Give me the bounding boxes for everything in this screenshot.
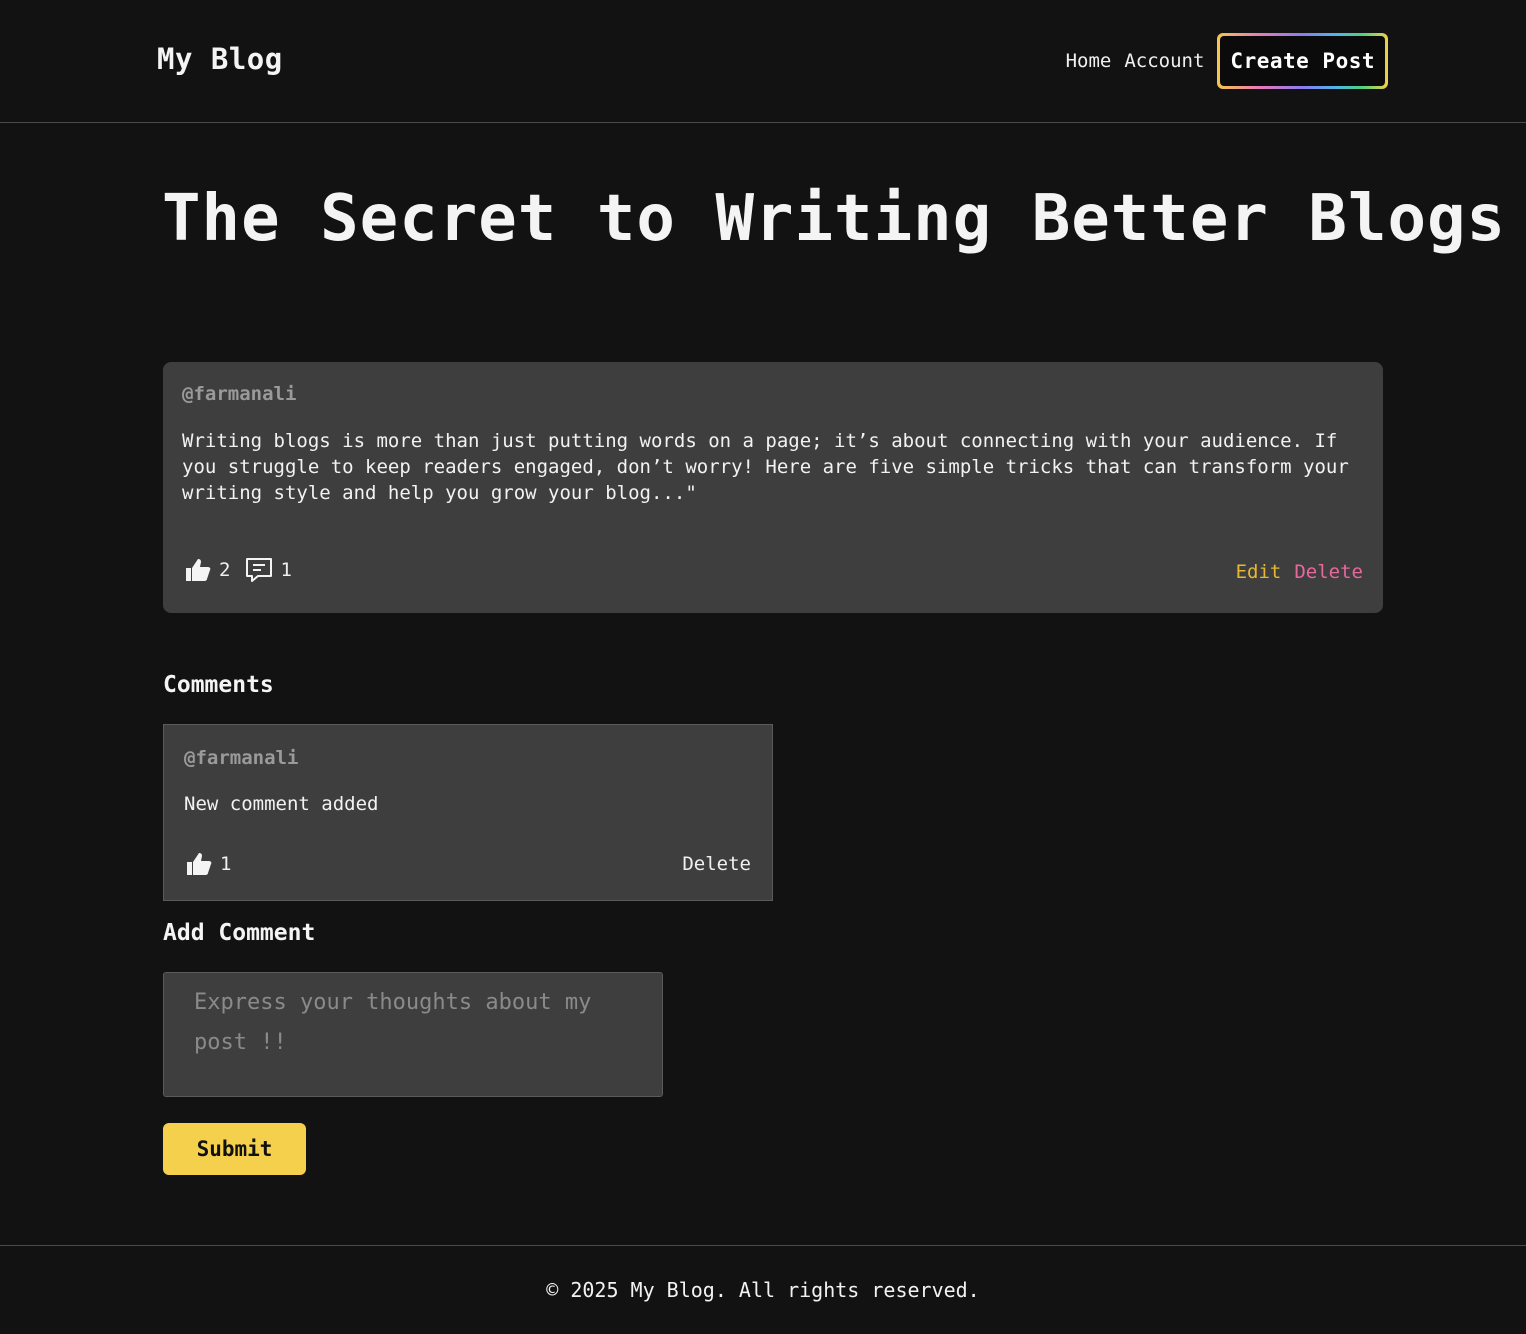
comment-like-count: 1 (220, 853, 232, 875)
nav-home-link[interactable]: Home (1066, 50, 1112, 72)
post-comment-button[interactable]: 1 (244, 555, 292, 585)
post-like-count: 2 (219, 559, 231, 581)
post-actions: Edit Delete (1236, 561, 1363, 583)
comment-author: @farmanali (184, 747, 299, 769)
nav-account-link[interactable]: Account (1124, 50, 1204, 72)
comment-card: @farmanali New comment added 1 Delete (163, 724, 773, 901)
comment-like-button[interactable]: 1 (184, 849, 231, 879)
thumbs-up-icon (184, 849, 214, 879)
post-stats: 2 1 (183, 555, 300, 585)
comment-text: New comment added (184, 793, 379, 815)
create-post-label: Create Post (1220, 36, 1385, 86)
edit-post-button[interactable]: Edit (1236, 561, 1282, 583)
main-nav: Home Account Create Post (1066, 33, 1388, 89)
post-card: @farmanali Writing blogs is more than ju… (163, 362, 1383, 613)
post-comment-count: 1 (280, 559, 292, 581)
site-footer: © 2025 My Blog. All rights reserved. (0, 1245, 1526, 1334)
comment-input[interactable] (163, 972, 663, 1097)
post-like-button[interactable]: 2 (183, 555, 230, 585)
site-header: My Blog Home Account Create Post (0, 0, 1526, 123)
create-post-button[interactable]: Create Post (1217, 33, 1388, 89)
footer-copyright: © 2025 My Blog. All rights reserved. (546, 1278, 980, 1302)
post-title: The Secret to Writing Better Blogs (162, 182, 1507, 256)
post-body: Writing blogs is more than just putting … (182, 430, 1349, 504)
delete-comment-button[interactable]: Delete (682, 853, 751, 875)
comment-stats: 1 (184, 849, 239, 879)
add-comment-heading: Add Comment (163, 920, 316, 946)
submit-comment-button[interactable]: Submit (163, 1123, 306, 1175)
brand-logo[interactable]: My Blog (157, 42, 283, 76)
comments-heading: Comments (163, 672, 274, 698)
post-author: @farmanali (182, 383, 297, 405)
thumbs-up-icon (183, 555, 213, 585)
delete-post-button[interactable]: Delete (1294, 561, 1363, 583)
comment-icon (244, 555, 274, 585)
